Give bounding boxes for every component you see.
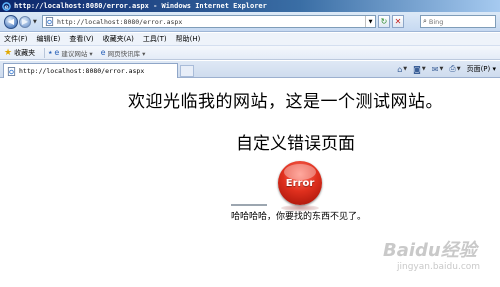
rss-icon: ◙ bbox=[413, 64, 421, 74]
chevron-down-icon: ▼ bbox=[421, 66, 426, 72]
stop-icon: ✕ bbox=[394, 17, 402, 26]
broken-image-bar bbox=[231, 204, 267, 206]
window-titlebar: e http://localhost:8080/error.aspx - Win… bbox=[0, 0, 500, 12]
baidu-watermark: Baidu经验 jingyan.baidu.com bbox=[383, 236, 493, 282]
add-favorite-icon: ⭑ bbox=[48, 47, 53, 57]
ie-page-icon: e bbox=[54, 48, 60, 57]
chevron-down-icon: ▼ bbox=[403, 66, 408, 72]
address-dropdown-icon[interactable]: ▼ bbox=[365, 16, 375, 27]
page-content: 欢迎光临我的网站，这是一个测试网站。 自定义错误页面 Error 哈哈哈哈，你要… bbox=[0, 79, 500, 287]
menu-favorites[interactable]: 收藏夹(A) bbox=[103, 34, 134, 44]
error-message: 哈哈哈哈，你要找的东西不见了。 bbox=[231, 212, 367, 222]
welcome-heading: 欢迎光临我的网站，这是一个测试网站。 bbox=[128, 92, 443, 112]
url-input[interactable] bbox=[57, 17, 357, 26]
back-button[interactable]: ◀ bbox=[4, 15, 18, 29]
mail-icon: ✉ bbox=[431, 64, 439, 74]
ie-page-icon: e bbox=[100, 48, 106, 57]
menu-tools[interactable]: 工具(T) bbox=[143, 34, 167, 44]
suggested-sites-label: 建议网站 ▾ bbox=[61, 49, 93, 58]
refresh-button[interactable]: ↻ bbox=[378, 15, 390, 28]
window-title: http://localhost:8080/error.aspx - Windo… bbox=[14, 2, 267, 10]
search-input[interactable] bbox=[428, 17, 489, 26]
feeds-button[interactable]: ◙ ▼ bbox=[413, 65, 426, 74]
svg-text:e: e bbox=[4, 3, 8, 10]
print-icon: ⎙ bbox=[449, 64, 456, 73]
error-badge-label: Error bbox=[285, 177, 315, 189]
mail-button[interactable]: ✉ ▼ bbox=[432, 65, 444, 74]
chevron-down-icon: ▼ bbox=[439, 66, 444, 72]
search-box[interactable]: ⌕ bbox=[420, 15, 496, 28]
menu-edit[interactable]: 编辑(E) bbox=[37, 34, 61, 44]
chevron-down-icon: ▼ bbox=[456, 66, 461, 72]
command-bar: ⌂ ▼ ◙ ▼ ✉ ▼ ⎙ ▼ 页面(P) ▾ bbox=[391, 64, 496, 74]
menu-help[interactable]: 帮助(H) bbox=[176, 34, 201, 44]
favorites-star-icon: ★ bbox=[4, 47, 13, 58]
favorites-divider bbox=[44, 47, 46, 58]
refresh-icon: ↻ bbox=[380, 17, 388, 26]
page-menu-label: 页面(P) ▾ bbox=[466, 65, 496, 73]
new-tab-button[interactable] bbox=[180, 65, 194, 77]
menu-file[interactable]: 文件(F) bbox=[4, 34, 28, 44]
watermark-logo-text: Baidu经验 bbox=[383, 240, 477, 261]
recent-pages-dropdown-icon[interactable]: ▼ bbox=[33, 19, 37, 25]
error-page-title: 自定义错误页面 bbox=[236, 134, 355, 154]
web-slice-gallery-label: 网页快讯库 ▾ bbox=[107, 49, 146, 58]
favorites-bar: ★ 收藏夹 ⭑ e 建议网站 ▾ e 网页快讯库 ▾ bbox=[0, 45, 500, 60]
forward-button[interactable]: ▶ bbox=[19, 16, 31, 28]
home-icon: ⌂ bbox=[397, 64, 403, 74]
menu-bar: 文件(F) 编辑(E) 查看(V) 收藏夹(A) 工具(T) 帮助(H) bbox=[0, 33, 500, 45]
ie-logo-icon: e bbox=[2, 1, 11, 10]
watermark-url: jingyan.baidu.com bbox=[397, 262, 481, 272]
page-icon bbox=[7, 66, 16, 76]
print-button[interactable]: ⎙ ▼ bbox=[449, 64, 460, 74]
menu-view[interactable]: 查看(V) bbox=[69, 34, 93, 44]
forward-arrow-icon: ▶ bbox=[21, 17, 29, 26]
web-slice-gallery-item[interactable]: e 网页快讯库 ▾ bbox=[101, 48, 146, 58]
favorites-button[interactable]: ★ 收藏夹 bbox=[4, 48, 35, 58]
favorites-label: 收藏夹 bbox=[14, 48, 36, 57]
tab-error-page[interactable]: http://localhost:8080/error.aspx bbox=[3, 63, 178, 78]
back-arrow-icon: ◀ bbox=[7, 17, 15, 26]
stop-button[interactable]: ✕ bbox=[392, 15, 404, 28]
home-button[interactable]: ⌂ ▼ bbox=[397, 65, 407, 74]
address-toolbar: ◀ ▶ ▼ ▼ ↻ ✕ ⌕ bbox=[0, 12, 500, 32]
tab-title: http://localhost:8080/error.aspx bbox=[19, 67, 145, 75]
page-menu-button[interactable]: 页面(P) ▾ bbox=[467, 64, 496, 74]
tab-bar: http://localhost:8080/error.aspx ⌂ ▼ ◙ ▼ ✉… bbox=[0, 61, 500, 78]
error-badge-icon: Error bbox=[278, 161, 322, 205]
address-bar[interactable]: ▼ bbox=[42, 15, 376, 28]
suggested-sites-item[interactable]: ⭑ e 建议网站 ▾ bbox=[48, 48, 93, 58]
page-icon bbox=[45, 17, 54, 26]
search-icon: ⌕ bbox=[423, 17, 427, 25]
